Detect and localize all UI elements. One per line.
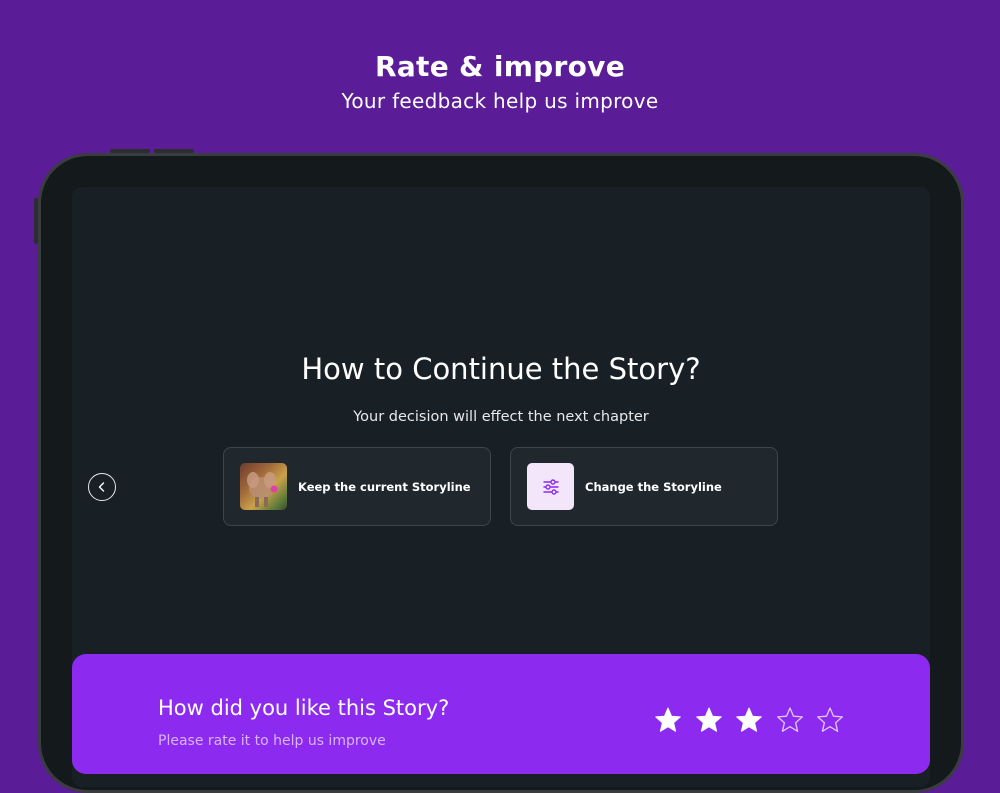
sliders-icon <box>542 478 559 495</box>
rating-title: How did you like this Story? <box>158 696 450 720</box>
rating-panel: How did you like this Story? Please rate… <box>72 654 930 774</box>
star-filled-icon[interactable] <box>735 706 763 734</box>
back-button[interactable] <box>88 473 116 501</box>
promo-subtitle: Your feedback help us improve <box>341 89 659 113</box>
change-storyline-option[interactable]: Change the Storyline <box>510 447 778 526</box>
sliders-icon-tile <box>527 463 574 510</box>
rating-subtitle: Please rate it to help us improve <box>158 733 386 749</box>
chevron-left-icon <box>98 482 105 492</box>
story-thumbnail <box>240 463 287 510</box>
option-label: Change the Storyline <box>585 479 722 494</box>
star-filled-icon[interactable] <box>654 706 682 734</box>
option-label: Keep the current Storyline <box>298 479 471 494</box>
promo-title: Rate & improve <box>374 50 626 83</box>
star-rating <box>654 706 857 734</box>
screen-title: How to Continue the Story? <box>301 352 701 386</box>
star-outline-icon[interactable] <box>816 706 844 734</box>
keep-storyline-option[interactable]: Keep the current Storyline <box>223 447 491 526</box>
star-outline-icon[interactable] <box>776 706 804 734</box>
star-filled-icon[interactable] <box>695 706 723 734</box>
screen-subtitle: Your decision will effect the next chapt… <box>353 409 649 425</box>
